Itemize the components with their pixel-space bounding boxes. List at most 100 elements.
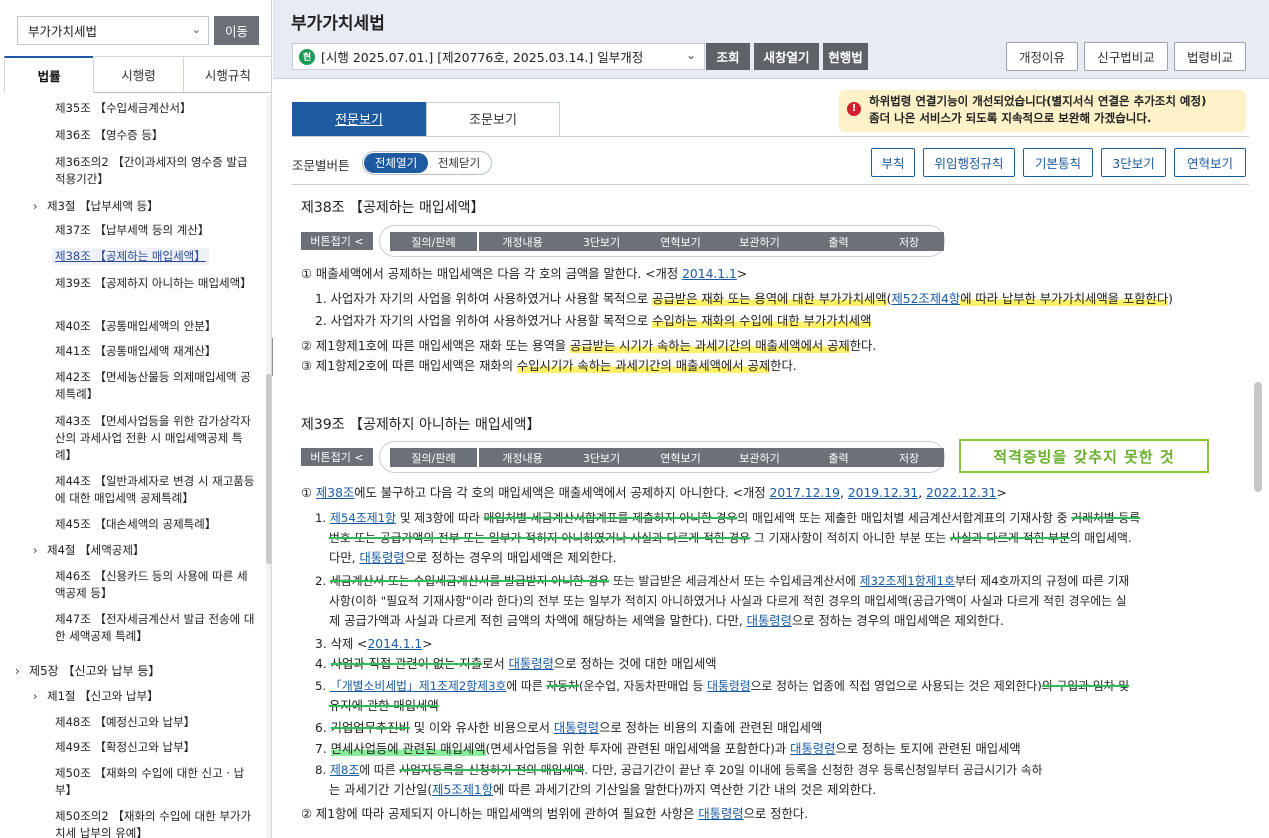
- revision-content-button[interactable]: 개정내용: [479, 232, 566, 251]
- supplementary-button[interactable]: 부칙: [871, 148, 915, 177]
- tab-rules[interactable]: 시행규칙: [182, 56, 271, 92]
- decree-link[interactable]: 대통령령: [790, 742, 835, 756]
- tree-item[interactable]: 제40조 【공통매입세액의 안분】: [55, 318, 255, 335]
- delegated-rules-button[interactable]: 위임행정규칙: [923, 148, 1015, 177]
- tree-section[interactable]: › 제1절 【신고와 납부】: [33, 688, 159, 705]
- main-content: 전문보기 조문보기 ! 하위법령 연결기능이 개선되었습니다(별지서식 연결은 …: [273, 80, 1269, 838]
- tab-article-view[interactable]: 조문보기: [426, 102, 560, 137]
- paragraph: ③ 제1항제2호에 따른 매입세액은 재화의 수입시기가 속하는 과세기간의 매…: [301, 359, 797, 373]
- current-law-button[interactable]: 현행법: [823, 43, 868, 70]
- history-button[interactable]: 연혁보기: [637, 448, 724, 467]
- qna-button[interactable]: 질의/판례: [390, 448, 477, 467]
- revision-reason-button[interactable]: 개정이유: [1006, 42, 1078, 71]
- decree-link[interactable]: 대통령령: [707, 679, 750, 693]
- date-link[interactable]: 2017.12.19: [770, 486, 840, 500]
- article-link[interactable]: 제52조제4항: [891, 292, 960, 306]
- date-link[interactable]: 2014.1.1: [682, 267, 737, 281]
- keep-button[interactable]: 보관하기: [716, 448, 803, 467]
- tree-item[interactable]: 제43조 【면세사업등을 위한 감가상각자산의 과세사업 전환 시 매입세액공제…: [55, 413, 255, 464]
- three-column-button[interactable]: 3단보기: [558, 232, 645, 251]
- tree-item[interactable]: 제36조 【영수증 등】: [55, 127, 255, 144]
- decree-link[interactable]: 대통령령: [698, 807, 743, 821]
- law-select[interactable]: 부가가치세법 ⌄: [17, 16, 209, 45]
- tree-chapter-label: 제5장 【신고와 납부 등】: [29, 664, 161, 678]
- divider: [292, 136, 1249, 137]
- tree-item[interactable]: 제36조의2 【간이과세자의 영수증 발급 적용기간】: [55, 154, 255, 188]
- version-value: [시행 2025.07.01.] [제20776호, 2025.03.14.] …: [321, 50, 644, 65]
- date-link[interactable]: 2019.12.31: [848, 486, 918, 500]
- chevron-right-icon: ›: [33, 199, 38, 213]
- chevron-down-icon: ⌄: [685, 48, 696, 62]
- keep-button[interactable]: 보관하기: [716, 232, 803, 251]
- notice-line: 좀더 나은 서비스가 되도록 지속적으로 보완해 가겠습니다.: [869, 111, 1152, 125]
- notice-line: 하위법령 연결기능이 개선되었습니다(별지서식 연결은 추가조치 예정): [869, 94, 1207, 108]
- law-compare-button[interactable]: 법령비교: [1174, 42, 1246, 71]
- tab-full-view[interactable]: 전문보기: [292, 102, 426, 137]
- article-title: 제39조 【공제하지 아니하는 매입세액】: [301, 417, 541, 433]
- article-link[interactable]: 제32조제1항제1호: [860, 574, 955, 588]
- fold-buttons[interactable]: 버튼접기 <: [301, 232, 373, 250]
- decree-link[interactable]: 대통령령: [554, 721, 599, 735]
- tree-section-label: 제4절 【세액공제】: [47, 543, 145, 557]
- tree-item[interactable]: 제49조 【확정신고와 납부】: [55, 739, 255, 756]
- tree-item[interactable]: 제35조 【수입세금계산서】: [55, 100, 255, 117]
- toggle-label: 조문별버튼: [292, 158, 350, 173]
- tab-law[interactable]: 법률: [4, 56, 95, 93]
- revision-content-button[interactable]: 개정내용: [479, 448, 566, 467]
- history-button[interactable]: 연혁보기: [637, 232, 724, 251]
- tree-item[interactable]: 제37조 【납부세액 등의 계산】: [55, 222, 255, 239]
- date-link[interactable]: 2022.12.31: [926, 486, 996, 500]
- decree-link[interactable]: 대통령령: [747, 614, 792, 628]
- date-link[interactable]: 2014.1.1: [367, 637, 422, 651]
- list-item-continued: 다만, 대통령령으로 정하는 경우의 매입세액은 제외한다.: [329, 551, 617, 565]
- tree-item-selected[interactable]: 제38조 【공제하는 매입세액】: [52, 248, 209, 265]
- decree-link[interactable]: 대통령령: [509, 657, 554, 671]
- tree-item[interactable]: 제50조 【재화의 수입에 대한 신고 · 납부】: [55, 765, 255, 799]
- tree-item[interactable]: 제45조 【대손세액의 공제특례】: [55, 516, 255, 533]
- search-button[interactable]: 조회: [706, 43, 750, 70]
- expand-all-option[interactable]: 전체열기: [364, 153, 428, 173]
- history-view-button[interactable]: 연혁보기: [1174, 148, 1246, 177]
- save-button[interactable]: 저장: [874, 448, 944, 467]
- three-column-button[interactable]: 3단보기: [558, 448, 645, 467]
- article-link[interactable]: 「개별소비세법」제1조제2항제3호: [330, 679, 506, 693]
- tree-chapter[interactable]: › 제5장 【신고와 납부 등】: [15, 663, 160, 680]
- tree-item[interactable]: 제47조 【전자세금계산서 발급 전송에 대한 세액공제 특례】: [55, 611, 255, 645]
- tree-scrollbar[interactable]: [266, 96, 271, 838]
- article-link[interactable]: 제54조제1항: [330, 511, 396, 525]
- old-new-compare-button[interactable]: 신구법비교: [1084, 42, 1168, 71]
- article-link[interactable]: 제8조: [330, 763, 359, 777]
- three-column-view-button[interactable]: 3단보기: [1101, 148, 1166, 177]
- qna-button[interactable]: 질의/판례: [390, 232, 477, 251]
- tree-item[interactable]: 제39조 【공제하지 아니하는 매입세액】: [55, 275, 255, 292]
- new-window-button[interactable]: 새창열기: [754, 43, 819, 70]
- list-item: 6. 기업업무추진비 및 이와 유사한 비용으로서 대통령령으로 정하는 비용의…: [315, 721, 823, 735]
- article-link[interactable]: 제38조: [316, 486, 354, 500]
- tree-item[interactable]: 제42조 【면세농산물등 의제매입세액 공제특례】: [55, 369, 255, 403]
- chevron-right-icon: ›: [33, 689, 38, 703]
- list-item: 2. 세금계산서 또는 수입세금계산서를 발급받지 아니한 경우 또는 발급받은…: [315, 574, 1130, 588]
- tree-item[interactable]: 제41조 【공통매입세액 재계산】: [55, 343, 255, 360]
- scrollbar-thumb[interactable]: [266, 374, 271, 564]
- tree-item[interactable]: 제44조 【일반과세자로 변경 시 재고품등에 대한 매입세액 공제특례】: [55, 473, 255, 507]
- tab-decree[interactable]: 시행령: [93, 56, 184, 92]
- basic-rules-button[interactable]: 기본통칙: [1023, 148, 1093, 177]
- collapse-all-option[interactable]: 전체닫기: [428, 155, 490, 171]
- tree-item[interactable]: 제48조 【예정신고와 납부】: [55, 714, 255, 731]
- expand-toggle[interactable]: 전체열기 전체닫기: [362, 151, 492, 175]
- article-link[interactable]: 제5조제1항: [432, 783, 493, 797]
- page-title: 부가가치세법: [291, 14, 385, 34]
- decree-link[interactable]: 대통령령: [359, 551, 404, 565]
- move-button[interactable]: 이동: [214, 16, 259, 45]
- save-button[interactable]: 저장: [874, 232, 944, 251]
- version-select[interactable]: 현 [시행 2025.07.01.] [제20776호, 2025.03.14.…: [292, 43, 705, 70]
- chevron-right-icon: ›: [33, 543, 38, 557]
- content-scrollbar-thumb[interactable]: [1254, 382, 1262, 492]
- print-button[interactable]: 출력: [795, 232, 882, 251]
- tree-section[interactable]: › 제4절 【세액공제】: [33, 542, 144, 559]
- tree-section[interactable]: › 제3절 【납부세액 등】: [33, 198, 159, 215]
- fold-buttons[interactable]: 버튼접기 <: [301, 448, 373, 466]
- tree-item[interactable]: 제50조의2 【재화의 수입에 대한 부가가치세 납부의 유예】: [55, 808, 255, 838]
- tree-item[interactable]: 제46조 【신용카드 등의 사용에 따른 세액공제 등】: [55, 568, 255, 602]
- print-button[interactable]: 출력: [795, 448, 882, 467]
